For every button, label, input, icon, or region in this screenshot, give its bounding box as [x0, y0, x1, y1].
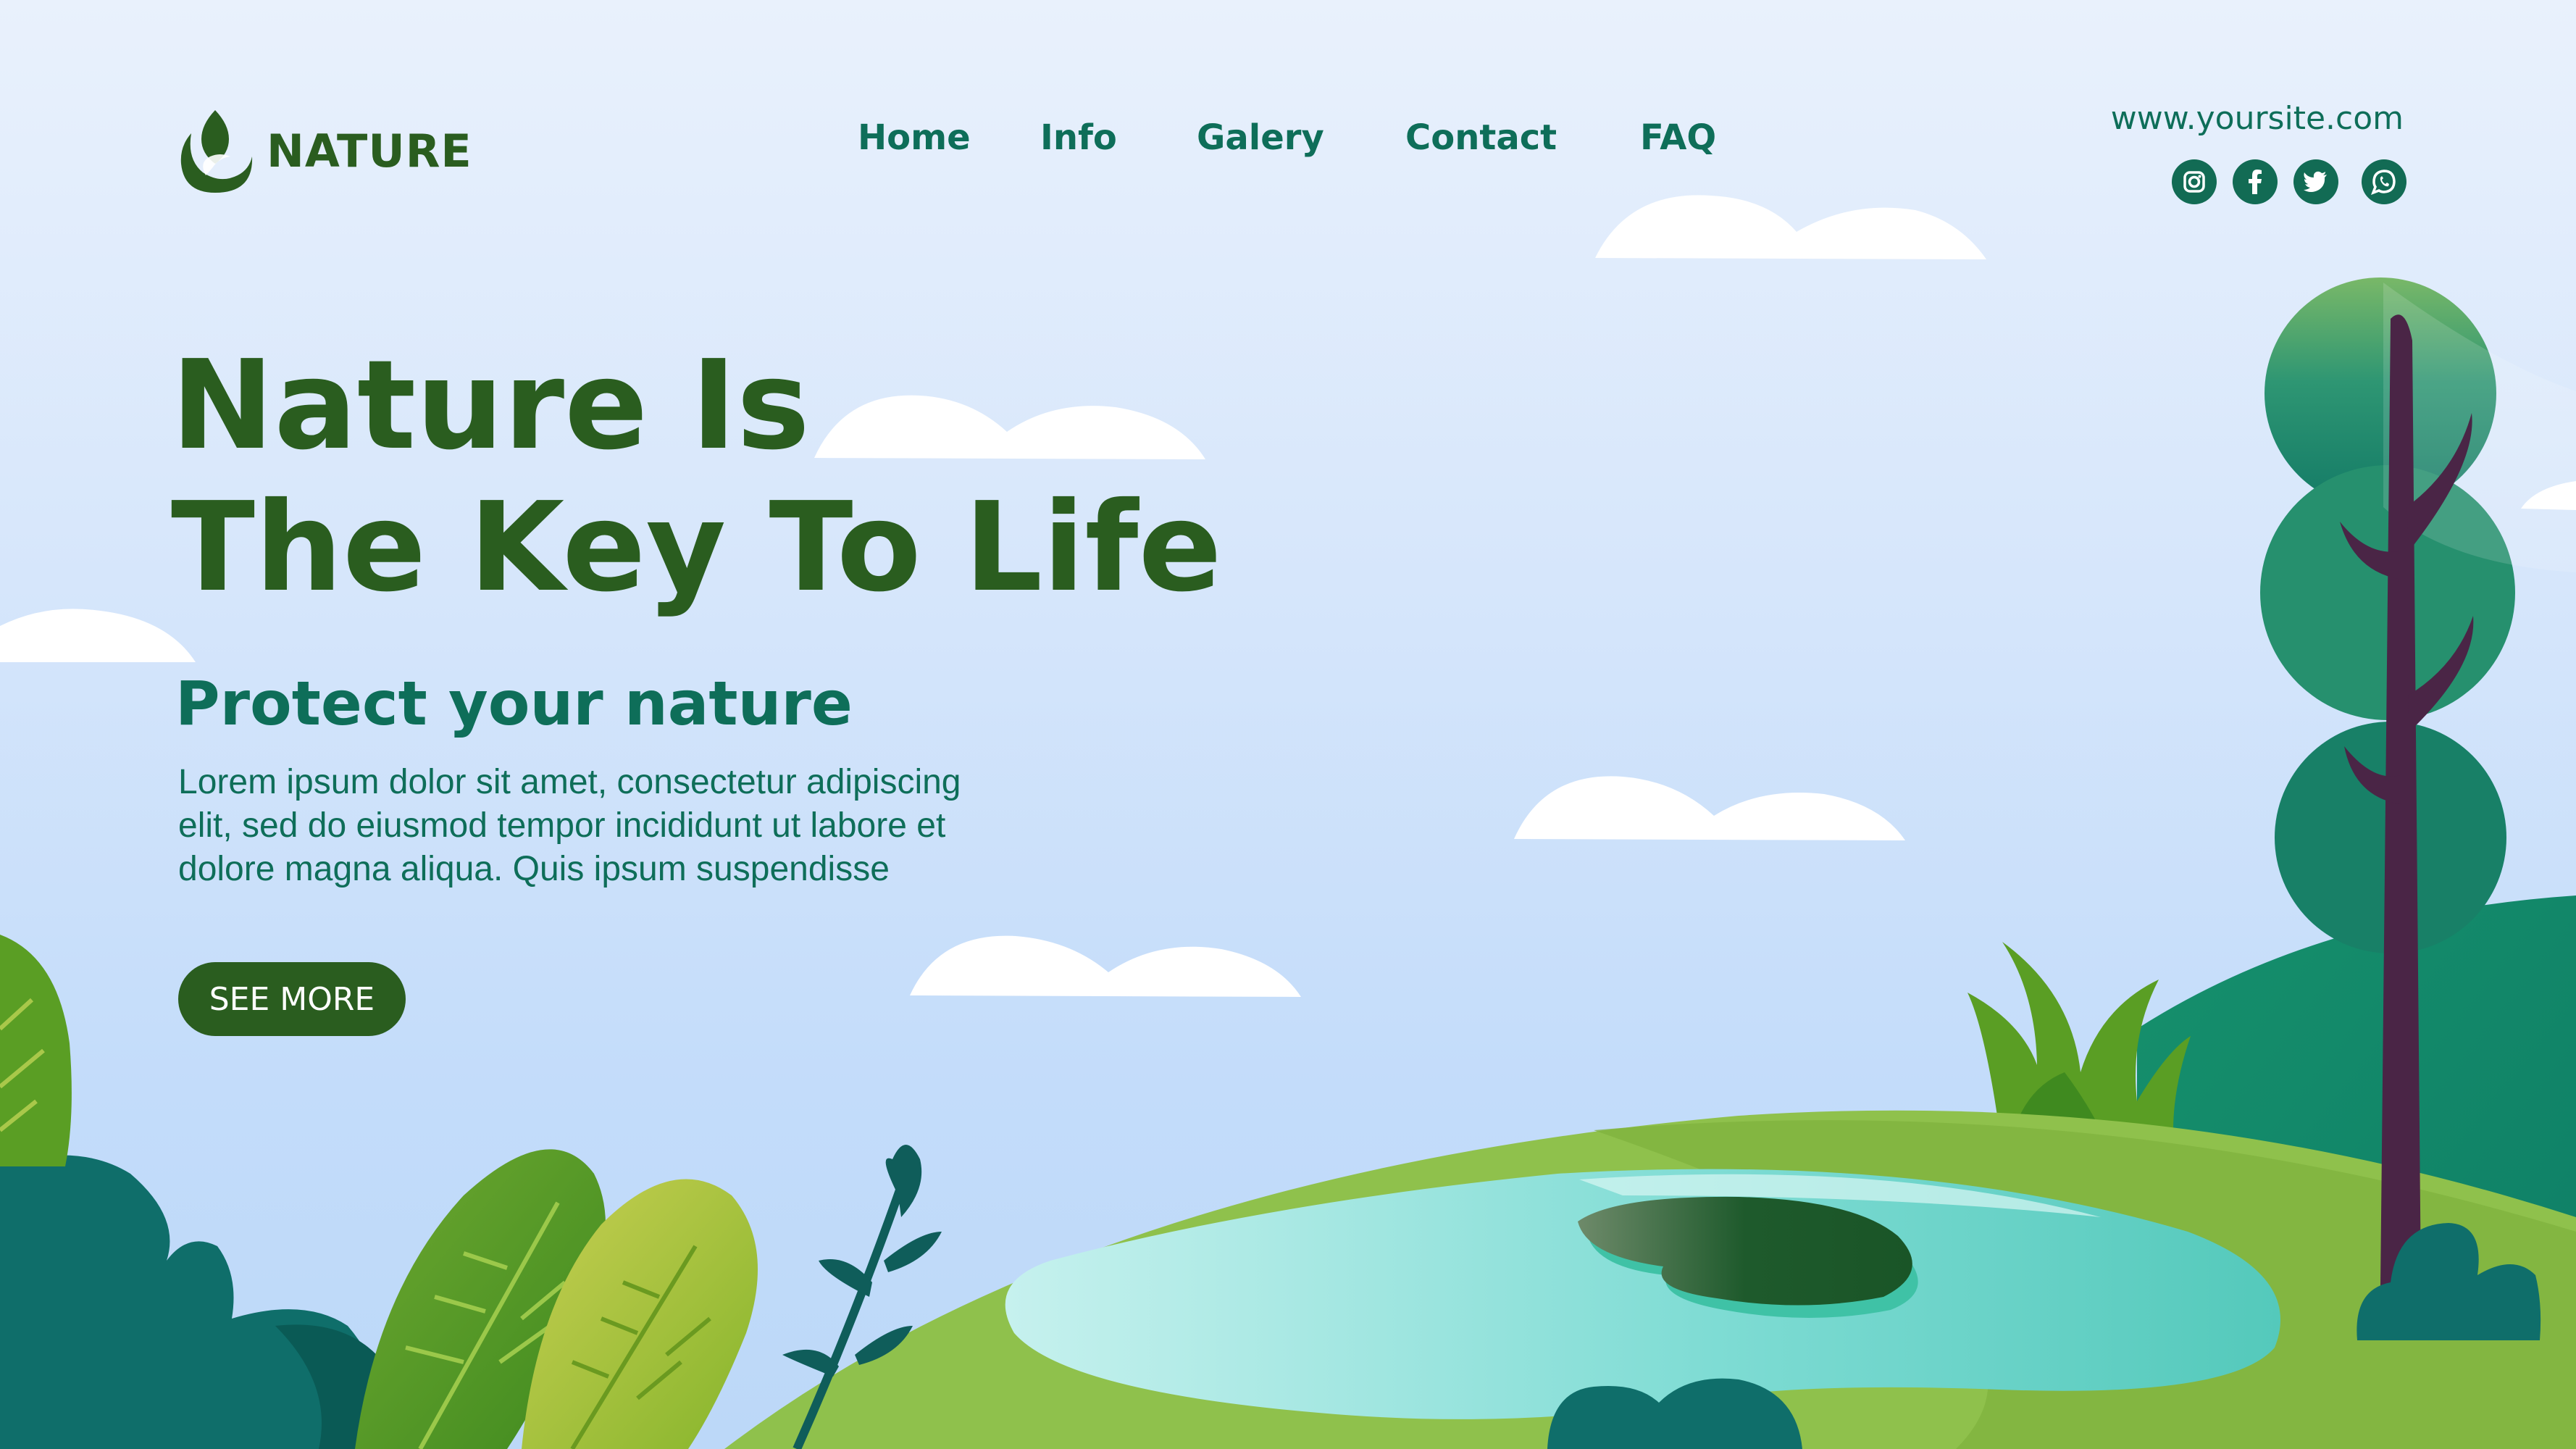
- leaf-flame-icon: [180, 110, 253, 193]
- instagram-icon[interactable]: [2172, 159, 2217, 204]
- hero-description-line-1: Lorem ipsum dolor sit amet, consectetur …: [178, 763, 961, 801]
- social-links: [2172, 159, 2406, 204]
- cloud: [1595, 195, 1986, 259]
- brand-logo[interactable]: NATURE: [177, 106, 472, 196]
- facebook-icon[interactable]: [2233, 159, 2278, 204]
- brand-name: NATURE: [267, 124, 472, 178]
- hero-title: Nature Is The Key To Life: [171, 335, 1222, 619]
- nav-item-faq[interactable]: FAQ: [1640, 117, 1716, 158]
- hero-description: Lorem ipsum dolor sit amet, consectetur …: [178, 761, 1120, 891]
- see-more-button[interactable]: SEE MORE: [178, 962, 406, 1036]
- hero-description-line-3: dolore magna aliqua. Quis ipsum suspendi…: [178, 850, 890, 888]
- nav-item-contact[interactable]: Contact: [1405, 117, 1557, 158]
- nav-item-home[interactable]: Home: [858, 117, 971, 158]
- whatsapp-icon[interactable]: [2362, 159, 2406, 204]
- twitter-icon[interactable]: [2293, 159, 2338, 204]
- hero-title-line-2: The Key To Life: [171, 476, 1222, 619]
- site-url[interactable]: www.yoursite.com: [2111, 100, 2404, 137]
- cloud: [1514, 776, 1905, 840]
- nav-item-galery[interactable]: Galery: [1197, 117, 1324, 158]
- nav-item-info[interactable]: Info: [1040, 117, 1117, 158]
- landing-page: NATURE Home Info Galery Contact FAQ www.…: [0, 0, 2576, 1449]
- hero-description-line-2: elit, sed do eiusmod tempor incididunt u…: [178, 806, 946, 845]
- cloud: [0, 609, 196, 662]
- cloud: [910, 935, 1301, 997]
- hero-subtitle: Protect your nature: [175, 668, 853, 739]
- hero-title-line-1: Nature Is: [171, 334, 811, 477]
